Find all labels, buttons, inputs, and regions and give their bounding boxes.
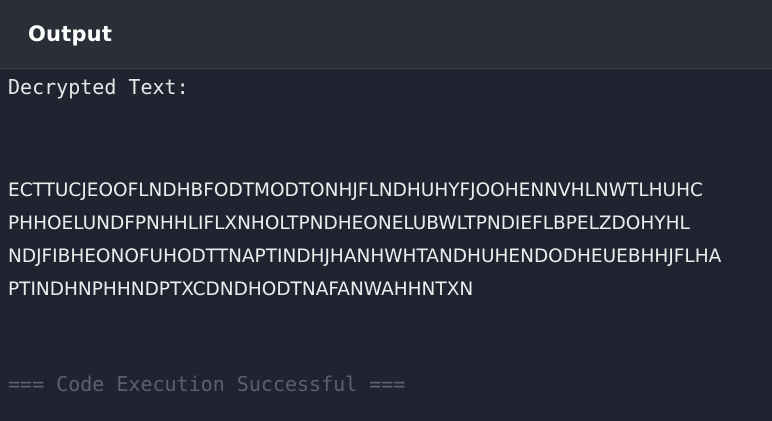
console-output: Decrypted Text: ECTTUCJEOOFLNDHBFODTMODT… <box>8 74 772 421</box>
output-line-1: ECTTUCJEOOFLNDHBFODTMODTONHJFLNDHUHYFJOO… <box>8 180 703 201</box>
output-header: Output <box>0 0 772 69</box>
output-panel: Output Decrypted Text: ECTTUCJEOOFLNDHBF… <box>0 0 772 421</box>
decrypted-text-block: ECTTUCJEOOFLNDHBFODTMODTONHJFLNDHUHYFJOO… <box>8 174 721 306</box>
output-line-2: PHHOELUNDFPNHHLIFLXNHOLTPNDHEONELUBWLTPN… <box>8 213 690 234</box>
output-title: Output <box>28 22 113 46</box>
output-line-4: PTINDHNPHHNDPTXCDNDHODTNAFANWAHHNTXN <box>8 279 474 300</box>
output-line-3: NDJFIBHEONOFUHODTTNAPTINDHJHANHWHTANDHUH… <box>8 246 722 267</box>
execution-status: === Code Execution Successful === <box>8 372 406 396</box>
decrypted-text-label: Decrypted Text: <box>8 75 189 99</box>
